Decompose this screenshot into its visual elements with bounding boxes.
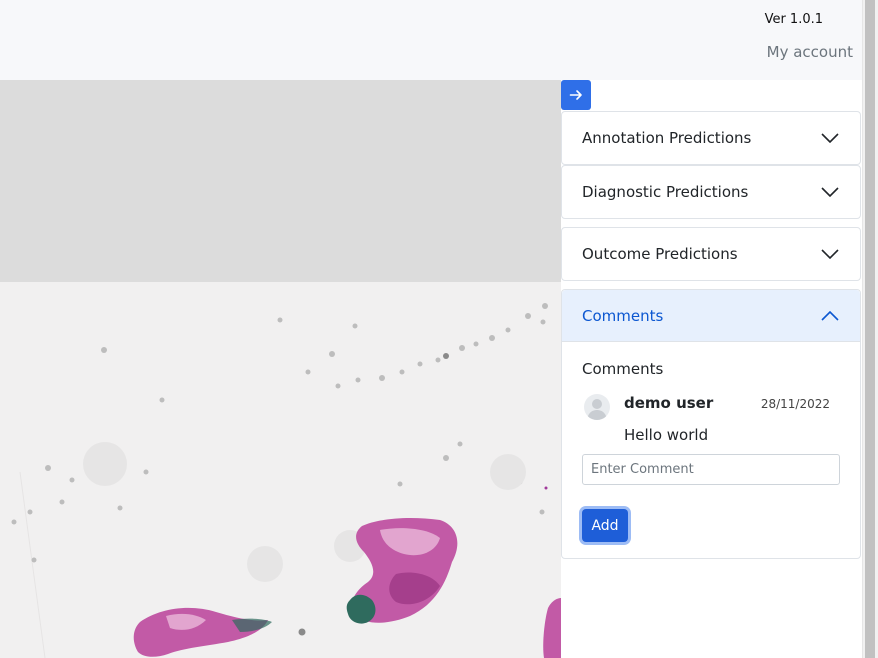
- accordion-header-diagnostic-predictions[interactable]: Diagnostic Predictions: [562, 166, 860, 218]
- accordion-label: Annotation Predictions: [582, 129, 752, 147]
- comment-item: demo user 28/11/2022 Hello world: [582, 392, 840, 446]
- accordion-label: Diagnostic Predictions: [582, 183, 749, 201]
- comment-input[interactable]: [582, 454, 840, 485]
- page-scrollbar[interactable]: [862, 0, 878, 658]
- comments-body: Comments demo user 28/11/2022 Hello worl…: [562, 342, 860, 558]
- version-label: Ver 1.0.1: [764, 12, 823, 27]
- user-avatar-icon: [584, 394, 610, 420]
- accordion-header-comments[interactable]: Comments: [562, 290, 860, 342]
- accordion-annotation-predictions: Annotation Predictions: [561, 111, 861, 165]
- accordion-header-outcome-predictions[interactable]: Outcome Predictions: [562, 228, 860, 280]
- accordion-label: Outcome Predictions: [582, 245, 738, 263]
- comment-user: demo user: [624, 394, 714, 412]
- accordion-header-annotation-predictions[interactable]: Annotation Predictions: [562, 112, 860, 164]
- accordion-comments: Comments Comments demo user 28/11/2022 H…: [561, 289, 861, 559]
- comments-title: Comments: [582, 360, 664, 378]
- chevron-down-icon: [820, 244, 840, 264]
- slide-viewer[interactable]: [0, 80, 561, 658]
- top-navbar: Ver 1.0.1 My account: [0, 0, 878, 80]
- predictions-panel: Annotation Predictions Diagnostic Predic…: [561, 80, 862, 658]
- chevron-down-icon: [820, 182, 840, 202]
- my-account-link[interactable]: My account: [767, 43, 853, 61]
- accordion-diagnostic-predictions: Diagnostic Predictions: [561, 165, 861, 219]
- tissue-slide-image: [0, 282, 561, 658]
- comment-text: Hello world: [624, 426, 709, 444]
- accordion-outcome-predictions: Outcome Predictions: [561, 227, 861, 281]
- chevron-up-icon: [820, 306, 840, 326]
- add-comment-button[interactable]: Add: [582, 509, 628, 542]
- collapse-panel-button[interactable]: [561, 80, 591, 110]
- viewer-background: [0, 80, 561, 282]
- chevron-down-icon: [820, 128, 840, 148]
- comment-date: 28/11/2022: [760, 397, 830, 411]
- accordion-label: Comments: [582, 306, 664, 325]
- arrow-right-icon: [569, 90, 582, 100]
- scrollbar-thumb[interactable]: [865, 0, 875, 658]
